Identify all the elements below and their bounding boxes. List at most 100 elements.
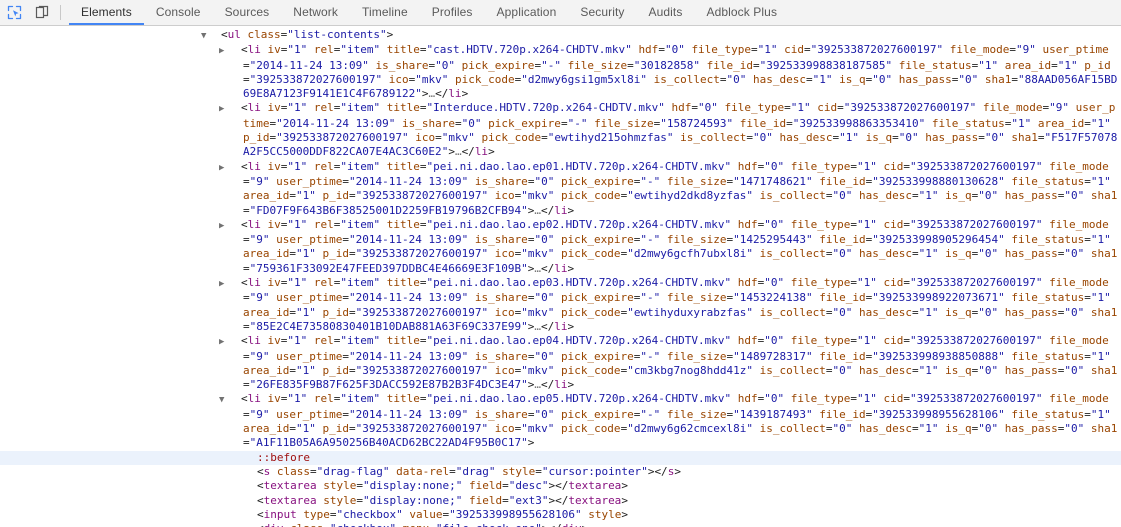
attr-name[interactable]: p_id bbox=[322, 422, 349, 435]
attr-value[interactable]: 30182858 bbox=[640, 59, 693, 72]
attr-name[interactable]: rel bbox=[314, 218, 334, 231]
attr-name[interactable]: pick_code bbox=[481, 131, 541, 144]
attr-value[interactable]: 0 bbox=[771, 276, 778, 289]
attr-name[interactable]: has_pass bbox=[925, 131, 978, 144]
attr-value[interactable]: 0 bbox=[985, 247, 992, 260]
attr-value[interactable]: 26FE835F9B87F625F3DACC592E87B2B3F4DC3E47 bbox=[256, 378, 521, 391]
tab-timeline[interactable]: Timeline bbox=[350, 0, 420, 25]
attr-name[interactable]: is_q bbox=[839, 73, 866, 86]
attr-value[interactable]: 392533872027600197 bbox=[917, 392, 1036, 405]
attr-value[interactable]: 2014-11-24 13:09 bbox=[283, 117, 389, 130]
dom-node-textarea[interactable]: <textarea style="display:none;" field="d… bbox=[0, 479, 1121, 493]
attr-name[interactable]: ico bbox=[495, 364, 515, 377]
attr-value[interactable]: 392533872027600197 bbox=[283, 131, 402, 144]
collapsed-content-ellipsis[interactable]: … bbox=[455, 145, 462, 158]
attr-value[interactable]: 2014-11-24 13:09 bbox=[356, 175, 462, 188]
attr-value[interactable]: - bbox=[647, 291, 654, 304]
attr-value[interactable]: 0 bbox=[771, 392, 778, 405]
attr-value[interactable]: 1471748621 bbox=[740, 175, 806, 188]
attr-value[interactable]: 1 bbox=[925, 247, 932, 260]
attr-value[interactable]: 0 bbox=[1071, 364, 1078, 377]
attr-value[interactable]: 392533872027600197 bbox=[256, 73, 375, 86]
attr-value[interactable]: - bbox=[574, 117, 581, 130]
attr-value[interactable]: display:none; bbox=[370, 479, 456, 492]
dom-node-ul[interactable]: <ul class="list-contents"> bbox=[0, 28, 1121, 43]
attr-name[interactable]: has_pass bbox=[1005, 189, 1058, 202]
attr-name[interactable]: pick_expire bbox=[488, 117, 561, 130]
attr-name[interactable]: pick_expire bbox=[462, 59, 535, 72]
attr-value[interactable]: 0 bbox=[541, 291, 548, 304]
attr-value[interactable]: desc bbox=[515, 479, 542, 492]
attr-name[interactable]: has_desc bbox=[859, 422, 912, 435]
dom-node-pseudo-before[interactable]: ::before bbox=[0, 450, 1121, 465]
attr-name[interactable]: file_status bbox=[1011, 233, 1084, 246]
attr-name[interactable]: file_status bbox=[1011, 408, 1084, 421]
attr-name[interactable]: rel bbox=[314, 101, 334, 114]
attr-value[interactable]: 0 bbox=[1071, 247, 1078, 260]
attr-name[interactable]: ico bbox=[415, 131, 435, 144]
attr-name[interactable]: pick_expire bbox=[561, 291, 634, 304]
dom-node-li[interactable]: <li iv="1" rel="item" title="pei.ni.dao.… bbox=[0, 334, 1121, 392]
attr-name[interactable]: style bbox=[323, 479, 356, 492]
attr-value[interactable]: mkv bbox=[422, 73, 442, 86]
attr-value[interactable]: 392533998938850888 bbox=[879, 350, 998, 363]
attr-name[interactable]: area_id bbox=[243, 247, 289, 260]
attr-value[interactable]: item bbox=[347, 218, 374, 231]
attr-value[interactable]: cast.HDTV.720p.x264-CHDTV.mkv bbox=[433, 43, 625, 56]
attr-value[interactable]: 392533872027600197 bbox=[817, 43, 936, 56]
attr-value[interactable]: 9 bbox=[256, 233, 263, 246]
dom-node-input[interactable]: <input type="checkbox" value="3925339989… bbox=[0, 508, 1121, 522]
attr-value[interactable]: 392533872027600197 bbox=[917, 276, 1036, 289]
attr-name[interactable]: cid bbox=[884, 218, 904, 231]
attr-value[interactable]: pei.ni.dao.lao.ep05.HDTV.720p.x264-CHDTV… bbox=[433, 392, 724, 405]
attr-value[interactable]: 85E2C4E73580830401B10DAB881A63F69C337E99 bbox=[256, 320, 521, 333]
attr-value[interactable]: ewtihyd2dkd8yzfas bbox=[634, 189, 747, 202]
disclosure-triangle-icon[interactable] bbox=[231, 393, 241, 407]
attr-name[interactable]: file_type bbox=[791, 160, 851, 173]
attr-value[interactable]: 392533998880130628 bbox=[879, 175, 998, 188]
attr-name[interactable]: pick_code bbox=[561, 189, 621, 202]
dom-node-li[interactable]: <li iv="1" rel="item" title="Interduce.H… bbox=[0, 101, 1121, 159]
attr-name[interactable]: file_type bbox=[791, 218, 851, 231]
attr-value[interactable]: 1 bbox=[294, 160, 301, 173]
attr-name[interactable]: is_share bbox=[475, 291, 528, 304]
attr-value[interactable]: mkv bbox=[528, 247, 548, 260]
attr-value[interactable]: 0 bbox=[839, 247, 846, 260]
attr-name[interactable]: has_desc bbox=[859, 247, 912, 260]
attr-value[interactable]: item bbox=[347, 101, 374, 114]
attr-name[interactable]: is_q bbox=[945, 364, 972, 377]
attr-value[interactable]: 0 bbox=[985, 189, 992, 202]
attr-value[interactable]: item bbox=[347, 392, 374, 405]
attr-name[interactable]: p_id bbox=[322, 306, 349, 319]
attr-value[interactable]: 1 bbox=[1064, 59, 1071, 72]
tab-adblock-plus[interactable]: Adblock Plus bbox=[694, 0, 789, 25]
attr-name[interactable]: rel bbox=[314, 392, 334, 405]
attr-value[interactable]: - bbox=[647, 350, 654, 363]
disclosure-triangle-icon[interactable] bbox=[231, 161, 241, 175]
attr-value[interactable]: 1 bbox=[764, 43, 771, 56]
attr-name[interactable]: file_status bbox=[1011, 350, 1084, 363]
attr-name[interactable]: file_id bbox=[819, 350, 865, 363]
attr-name[interactable]: is_collect bbox=[680, 131, 746, 144]
attr-name[interactable]: hdf bbox=[638, 43, 658, 56]
attr-value[interactable]: 392533872027600197 bbox=[362, 306, 481, 319]
attr-value[interactable]: 392533872027600197 bbox=[362, 422, 481, 435]
attr-name[interactable]: iv bbox=[268, 218, 281, 231]
attr-name[interactable]: style bbox=[502, 465, 535, 478]
attr-value[interactable]: item bbox=[347, 334, 374, 347]
attr-name[interactable]: class bbox=[248, 28, 281, 41]
attr-value[interactable]: 0 bbox=[541, 350, 548, 363]
attr-name[interactable]: pick_code bbox=[561, 364, 621, 377]
attr-value[interactable]: file check one bbox=[442, 522, 535, 527]
attr-name[interactable]: rel bbox=[314, 334, 334, 347]
attr-name[interactable]: file_id bbox=[707, 59, 753, 72]
attr-name[interactable]: user_ptime bbox=[276, 175, 342, 188]
attr-value[interactable]: 1 bbox=[294, 276, 301, 289]
attr-value[interactable]: 0 bbox=[771, 334, 778, 347]
attr-name[interactable]: ico bbox=[495, 422, 515, 435]
attr-name[interactable]: pick_expire bbox=[561, 233, 634, 246]
attr-value[interactable]: item bbox=[347, 276, 374, 289]
attr-value[interactable]: 392533872027600197 bbox=[917, 334, 1036, 347]
attr-name[interactable]: has_desc bbox=[859, 306, 912, 319]
attr-name-truncated[interactable]: style bbox=[588, 508, 621, 521]
